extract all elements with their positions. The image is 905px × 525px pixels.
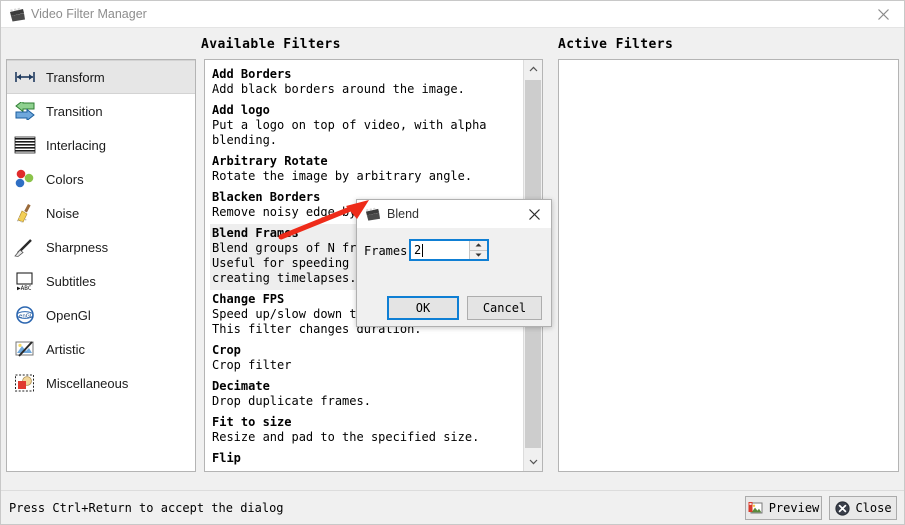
sidebar-item-label: Transform — [46, 69, 105, 85]
filter-description: Resize and pad to the specified size. — [212, 430, 480, 444]
filter-name: Flip — [212, 451, 241, 465]
dialog-title: Blend — [387, 207, 419, 221]
close-icon — [878, 9, 889, 20]
spinner-decrement-button[interactable] — [470, 249, 487, 259]
scroll-up-button[interactable] — [524, 60, 542, 78]
sidebar-item-label: Interlacing — [46, 137, 106, 153]
active-filters-heading: Active Filters — [558, 37, 674, 52]
svg-text:enGL: enGL — [19, 313, 33, 319]
status-bar-text: Press Ctrl+Return to accept the dialog — [9, 501, 284, 515]
sidebar-item-opengl[interactable]: enGL OpenGl — [7, 298, 195, 332]
subtitles-icon: ▶ABC — [13, 270, 37, 292]
sidebar-item-label: Sharpness — [46, 239, 109, 255]
available-filters-heading: Available Filters — [201, 37, 341, 52]
image-preview-icon — [748, 500, 764, 516]
frames-input-value: 2 — [414, 243, 422, 257]
list-item[interactable]: Fit to size Resize and pad to the specif… — [210, 413, 523, 449]
list-item[interactable]: Add Borders Add black borders around the… — [210, 65, 523, 101]
window-title: Video Filter Manager — [31, 7, 147, 21]
window-titlebar: Video Filter Manager — [1, 1, 904, 28]
filter-category-sidebar[interactable]: Transform Transition Interlacing Colors … — [6, 59, 196, 472]
clapperboard-icon — [9, 6, 26, 23]
sidebar-item-interlacing[interactable]: Interlacing — [7, 128, 195, 162]
preview-button[interactable]: Preview — [745, 496, 822, 520]
sidebar-item-label: Colors — [46, 171, 84, 187]
sidebar-item-label: Artistic — [46, 341, 85, 357]
sidebar-item-noise[interactable]: Noise — [7, 196, 195, 230]
sidebar-item-transition[interactable]: Transition — [7, 94, 195, 128]
sidebar-item-transform[interactable]: Transform — [7, 60, 195, 94]
filter-description: Drop duplicate frames. — [212, 394, 371, 408]
chevron-up-icon — [529, 66, 537, 72]
filter-description: Add black borders around the image. — [212, 82, 465, 96]
list-item[interactable]: Decimate Drop duplicate frames. — [210, 377, 523, 413]
filter-name: Add logo — [212, 103, 270, 117]
active-filters-panel[interactable] — [558, 59, 899, 472]
transform-icon — [13, 66, 37, 88]
dialog-titlebar: Blend — [357, 200, 551, 228]
list-item[interactable]: Add logo Put a logo on top of video, wit… — [210, 101, 523, 152]
close-button[interactable]: Close — [829, 496, 897, 520]
dialog-ok-label: OK — [415, 301, 431, 315]
triangle-down-icon — [475, 253, 482, 257]
miscellaneous-icon — [13, 372, 37, 394]
sidebar-item-label: OpenGl — [46, 307, 91, 323]
close-circle-icon — [834, 500, 850, 516]
spinner-arrows[interactable] — [469, 241, 487, 259]
filter-description: Crop filter — [212, 358, 292, 372]
dialog-cancel-label: Cancel — [482, 301, 527, 315]
frames-label: Frames — [364, 244, 408, 258]
dialog-cancel-button[interactable]: Cancel — [467, 296, 542, 320]
sidebar-item-label: Transition — [46, 103, 103, 119]
sidebar-item-label: Subtitles — [46, 273, 96, 289]
dialog-ok-button[interactable]: OK — [387, 296, 459, 320]
close-icon — [528, 208, 540, 220]
transition-icon — [13, 100, 37, 122]
sidebar-item-miscellaneous[interactable]: Miscellaneous — [7, 366, 195, 400]
text-caret — [422, 243, 424, 257]
colors-icon — [13, 168, 37, 190]
noise-icon — [13, 202, 37, 224]
sidebar-item-label: Noise — [46, 205, 80, 221]
video-filter-manager-window: Video Filter Manager Available Filters A… — [0, 0, 905, 525]
sidebar-item-artistic[interactable]: Artistic — [7, 332, 195, 366]
clapperboard-icon — [365, 206, 381, 222]
filter-name: Add Borders — [212, 67, 292, 81]
interlacing-icon — [13, 134, 37, 156]
preview-button-label: Preview — [768, 501, 820, 515]
list-item[interactable]: Arbitrary Rotate Rotate the image by arb… — [210, 152, 523, 188]
sidebar-item-subtitles[interactable]: ▶ABC Subtitles — [7, 264, 195, 298]
close-button-label: Close — [855, 501, 892, 515]
opengl-icon: enGL — [13, 304, 37, 326]
filter-description: Put a logo on top of video, with alpha b… — [212, 118, 487, 147]
spinner-increment-button[interactable] — [470, 241, 487, 250]
list-item[interactable]: Flip — [210, 449, 523, 470]
list-item[interactable]: Crop Crop filter — [210, 341, 523, 377]
frames-input[interactable]: 2 — [411, 241, 469, 259]
filter-name: Crop — [212, 343, 241, 357]
bottom-divider — [1, 490, 904, 491]
sidebar-item-sharpness[interactable]: Sharpness — [7, 230, 195, 264]
filter-name: Decimate — [212, 379, 270, 393]
sharpness-icon — [13, 236, 37, 258]
dialog-close-button[interactable] — [519, 200, 549, 228]
triangle-up-icon — [475, 243, 482, 247]
svg-text:▶ABC: ▶ABC — [17, 285, 32, 291]
window-close-button[interactable] — [861, 1, 904, 28]
frames-spinner[interactable]: 2 — [409, 239, 489, 261]
filter-description: Rotate the image by arbitrary angle. — [212, 169, 473, 183]
sidebar-item-label: Miscellaneous — [46, 375, 129, 391]
scroll-down-button[interactable] — [524, 453, 542, 471]
filter-name: Fit to size — [212, 415, 292, 429]
sidebar-item-colors[interactable]: Colors — [7, 162, 195, 196]
filter-name: Arbitrary Rotate — [212, 154, 328, 168]
artistic-icon — [13, 338, 37, 360]
chevron-down-icon — [529, 459, 537, 465]
